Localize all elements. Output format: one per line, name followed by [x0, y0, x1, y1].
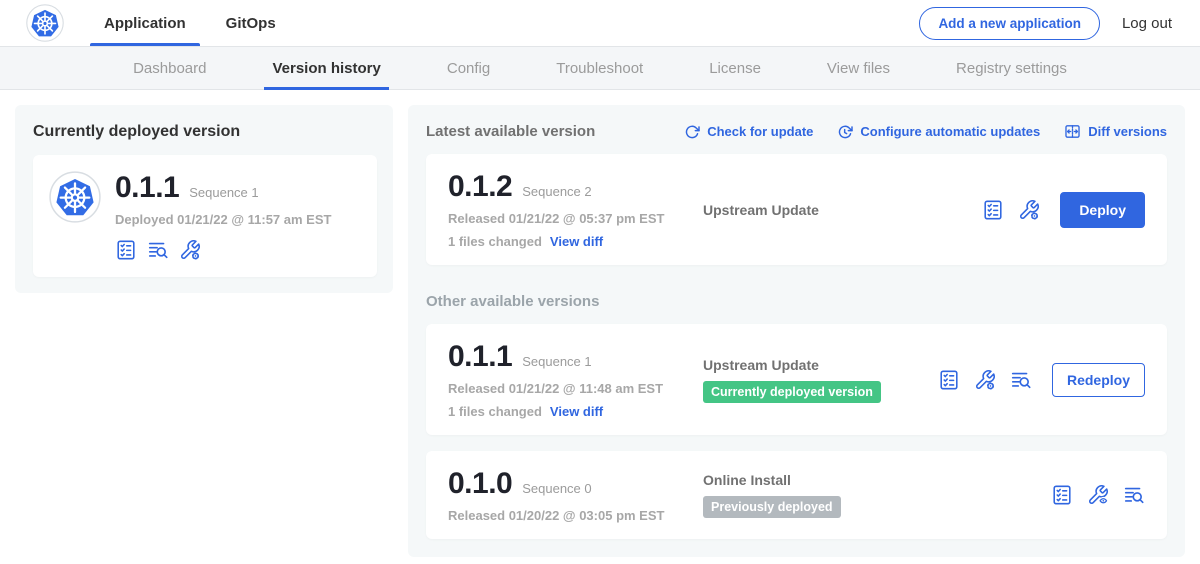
subnav-version-history[interactable]: Version history	[264, 47, 388, 89]
previously-deployed-badge: Previously deployed	[703, 496, 841, 518]
version-actions: Check for update Configure automatic upd…	[684, 123, 1167, 140]
other-versions-title: Other available versions	[426, 293, 1167, 310]
view-config-wrench-eye-icon[interactable]	[1087, 484, 1109, 506]
deployed-version-number: 0.1.1	[115, 171, 179, 205]
tab-gitops-label: GitOps	[226, 15, 276, 32]
version-number: 0.1.0	[448, 467, 512, 501]
refresh-icon	[684, 124, 700, 140]
deploy-button[interactable]: Deploy	[1060, 192, 1145, 228]
version-sequence: Sequence 2	[522, 184, 591, 199]
files-changed: 1 files changed	[448, 404, 542, 419]
version-card-0-1-2: 0.1.2 Sequence 2 Released 01/21/22 @ 05:…	[426, 154, 1167, 265]
version-source: Upstream Update	[703, 357, 938, 373]
deployed-version-info: 0.1.1 Sequence 1 Deployed 01/21/22 @ 11:…	[115, 171, 331, 261]
tab-gitops[interactable]: GitOps	[212, 0, 290, 46]
config-wrench-gear-icon[interactable]	[1018, 199, 1040, 221]
config-wrench-gear-icon[interactable]	[974, 369, 996, 391]
logout-button[interactable]: Log out	[1122, 15, 1172, 32]
released-timestamp: Released 01/20/22 @ 03:05 pm EST	[448, 508, 703, 523]
deployed-sequence: Sequence 1	[189, 185, 258, 200]
currently-deployed-badge: Currently deployed version	[703, 381, 881, 403]
subnav-registry-settings[interactable]: Registry settings	[948, 47, 1075, 89]
latest-available-title: Latest available version	[426, 123, 595, 140]
version-sequence: Sequence 1	[522, 354, 591, 369]
diff-icon	[1064, 123, 1081, 140]
deploy-logs-icon[interactable]	[1123, 484, 1145, 506]
subnav-dashboard[interactable]: Dashboard	[125, 47, 214, 89]
redeploy-button[interactable]: Redeploy	[1052, 363, 1145, 397]
version-number: 0.1.2	[448, 170, 512, 204]
released-timestamp: Released 01/21/22 @ 11:48 am EST	[448, 381, 703, 396]
config-wrench-gear-icon[interactable]	[179, 239, 201, 261]
deployed-timestamp: Deployed 01/21/22 @ 11:57 am EST	[115, 212, 331, 227]
tab-application-label: Application	[104, 15, 186, 32]
version-card-0-1-1: 0.1.1 Sequence 1 Released 01/21/22 @ 11:…	[426, 324, 1167, 435]
check-for-update-link[interactable]: Check for update	[684, 124, 813, 140]
subnav-license[interactable]: License	[701, 47, 769, 89]
subnav-config[interactable]: Config	[439, 47, 498, 89]
top-tabs: Application GitOps	[90, 0, 302, 46]
version-sequence: Sequence 0	[522, 481, 591, 496]
app-subnav: Dashboard Version history Config Trouble…	[0, 46, 1200, 90]
version-source: Online Install	[703, 472, 1051, 488]
version-history-panel: Latest available version Check for updat…	[408, 105, 1185, 557]
subnav-troubleshoot[interactable]: Troubleshoot	[548, 47, 651, 89]
version-number: 0.1.1	[448, 340, 512, 374]
configure-automatic-updates-label: Configure automatic updates	[860, 124, 1040, 139]
main-content: Currently deployed version	[0, 90, 1200, 564]
diff-versions-link[interactable]: Diff versions	[1064, 123, 1167, 140]
preflight-checklist-icon[interactable]	[1051, 484, 1073, 506]
top-bar: Application GitOps Add a new application…	[0, 0, 1200, 46]
check-for-update-label: Check for update	[707, 124, 813, 139]
configure-automatic-updates-link[interactable]: Configure automatic updates	[837, 124, 1040, 140]
deploy-logs-icon[interactable]	[1010, 369, 1032, 391]
view-diff-link[interactable]: View diff	[550, 234, 603, 249]
kubernetes-app-icon	[49, 171, 101, 223]
deploy-logs-icon[interactable]	[147, 239, 169, 261]
preflight-checklist-icon[interactable]	[982, 199, 1004, 221]
topbar-right: Add a new application Log out	[919, 7, 1172, 40]
files-changed: 1 files changed	[448, 234, 542, 249]
preflight-checklist-icon[interactable]	[938, 369, 960, 391]
view-diff-link[interactable]: View diff	[550, 404, 603, 419]
deployed-version-card: 0.1.1 Sequence 1 Deployed 01/21/22 @ 11:…	[33, 155, 377, 277]
released-timestamp: Released 01/21/22 @ 05:37 pm EST	[448, 211, 703, 226]
currently-deployed-panel: Currently deployed version	[15, 105, 393, 293]
version-source: Upstream Update	[703, 202, 982, 218]
currently-deployed-title: Currently deployed version	[33, 123, 377, 141]
auto-update-clock-icon	[837, 124, 853, 140]
version-card-0-1-0: 0.1.0 Sequence 0 Released 01/20/22 @ 03:…	[426, 451, 1167, 539]
tab-application[interactable]: Application	[90, 0, 200, 46]
preflight-checklist-icon[interactable]	[115, 239, 137, 261]
add-application-button[interactable]: Add a new application	[919, 7, 1100, 40]
kubernetes-logo-icon	[26, 4, 64, 42]
subnav-view-files[interactable]: View files	[819, 47, 898, 89]
diff-versions-label: Diff versions	[1088, 124, 1167, 139]
